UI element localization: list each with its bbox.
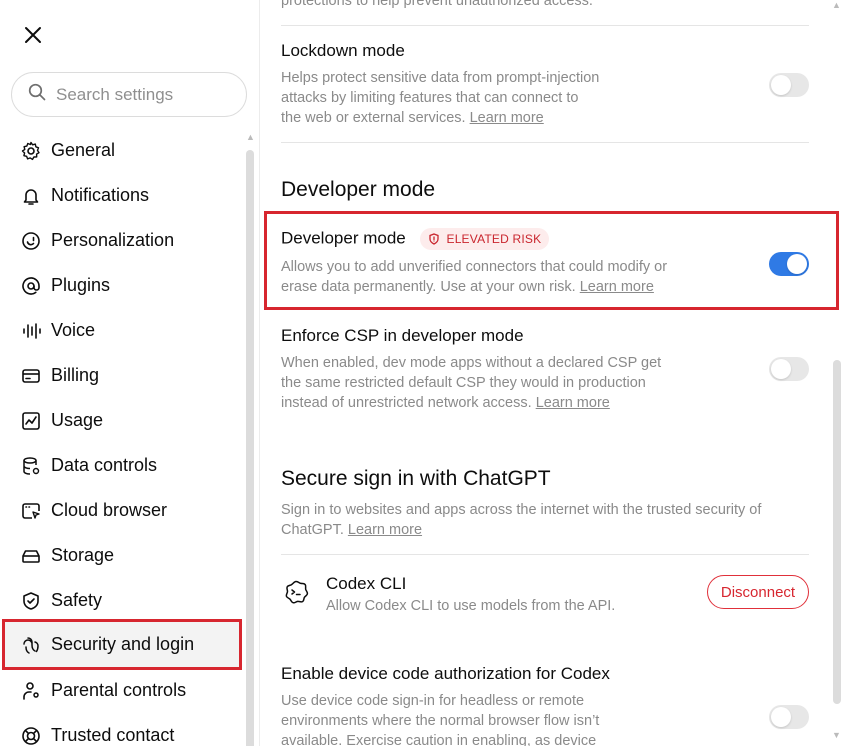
sidebar-item-label: Storage [51,545,115,565]
csp-description: When enabled, dev mode apps without a de… [281,355,662,411]
previous-setting-description: protections to help prevent unauthorized… [281,0,593,9]
sidebar-item-data-controls[interactable]: Data controls [4,443,240,488]
sidebar-item-label: Plugins [51,275,111,295]
sidebar-item-label: Cloud browser [51,500,168,520]
sidebar-item-personalization[interactable]: Personalization [4,218,240,263]
search-settings-field[interactable] [11,72,247,117]
secure-signin-description: Sign in to websites and apps across the … [281,502,762,538]
warning-shield-icon [428,233,440,245]
device-code-toggle[interactable] [769,705,809,729]
sidebar-item-safety[interactable]: Safety [4,578,240,623]
developer-mode-description: Allows you to add unverified connectors … [281,259,668,295]
scroll-down-icon[interactable]: ▼ [832,730,841,740]
secure-signin-heading: Secure sign in with ChatGPT [281,467,551,490]
search-input[interactable] [56,84,236,105]
card-icon [20,365,42,387]
sidebar-item-security-and-login[interactable]: Security and login [2,619,242,670]
lockdown-learn-more-link[interactable]: Learn more [470,110,544,126]
sidebar-item-label: Trusted contact [51,725,175,745]
settings-content: protections to help prevent unauthorized… [261,0,846,746]
voice-icon [20,320,42,342]
developer-mode-learn-more-link[interactable]: Learn more [580,279,654,295]
personalization-icon [20,230,42,252]
sidebar-item-usage[interactable]: Usage [4,398,240,443]
content-scrollbar-thumb[interactable] [833,360,841,704]
lockdown-mode-toggle[interactable] [769,73,809,97]
sidebar-item-label: Data controls [51,455,158,475]
bell-icon [20,185,42,207]
sidebar-item-parental-controls[interactable]: Parental controls [4,668,240,713]
developer-section-heading: Developer mode [281,178,436,201]
lockdown-mode-description: Helps protect sensitive data from prompt… [281,70,600,126]
sidebar-item-label: Billing [51,365,100,385]
csp-title: Enforce CSP in developer mode [281,326,524,345]
sidebar-item-label: General [51,140,116,160]
device-code-description: Use device code sign-in for headless or … [281,693,600,746]
divider [281,142,809,143]
lifebuoy-icon [20,725,42,746]
developer-mode-toggle[interactable] [769,252,809,276]
developer-mode-title: Developer mode [281,228,406,248]
disconnect-button[interactable]: Disconnect [707,575,809,609]
content-scrollbar[interactable]: ▲ ▼ [831,0,843,746]
divider [281,25,809,26]
parental-icon [20,680,42,702]
database-icon [20,455,42,477]
codex-cli-title: Codex CLI [326,574,407,593]
csp-toggle[interactable] [769,357,809,381]
at-icon [20,275,42,297]
secure-signin-learn-more-link[interactable]: Learn more [348,522,422,538]
device-code-title: Enable device code authorization for Cod… [281,664,610,683]
scroll-up-icon[interactable]: ▲ [246,132,255,142]
codex-cli-description: Allow Codex CLI to use models from the A… [326,598,616,614]
divider [281,554,809,555]
sidebar-item-label: Usage [51,410,104,430]
chart-icon [20,410,42,432]
sidebar-item-billing[interactable]: Billing [4,353,240,398]
sidebar-scrollbar[interactable]: ▲ [244,130,256,746]
csp-learn-more-link[interactable]: Learn more [536,395,610,411]
sidebar-item-label: Security and login [51,634,195,654]
gear-icon [20,140,42,162]
sidebar-item-trusted-contact[interactable]: Trusted contact [4,713,240,746]
sidebar-item-label: Notifications [51,185,150,205]
sidebar-item-label: Personalization [51,230,175,250]
sidebar-item-general[interactable]: General [4,128,240,173]
browser-icon [20,500,42,522]
search-icon [28,83,46,106]
sidebar-item-label: Safety [51,590,103,610]
lockdown-mode-title: Lockdown mode [281,41,405,60]
sidebar-item-label: Voice [51,320,96,340]
sidebar-item-plugins[interactable]: Plugins [4,263,240,308]
elevated-risk-badge: ELEVATED RISK [420,228,550,250]
close-icon[interactable] [20,22,46,48]
scroll-up-icon[interactable]: ▲ [832,0,841,10]
storage-icon [20,545,42,567]
sidebar-item-label: Parental controls [51,680,187,700]
sidebar-item-voice[interactable]: Voice [4,308,240,353]
sidebar-item-storage[interactable]: Storage [4,533,240,578]
sidebar-scrollbar-thumb[interactable] [246,150,254,746]
shield-icon [20,590,42,612]
codex-cli-icon [283,579,309,605]
settings-sidebar: General Notifications Personalization Pl… [0,0,260,746]
sidebar-item-notifications[interactable]: Notifications [4,173,240,218]
security-icon [20,634,42,656]
sidebar-item-cloud-browser[interactable]: Cloud browser [4,488,240,533]
developer-mode-title-row: Developer mode ELEVATED RISK [281,228,809,250]
